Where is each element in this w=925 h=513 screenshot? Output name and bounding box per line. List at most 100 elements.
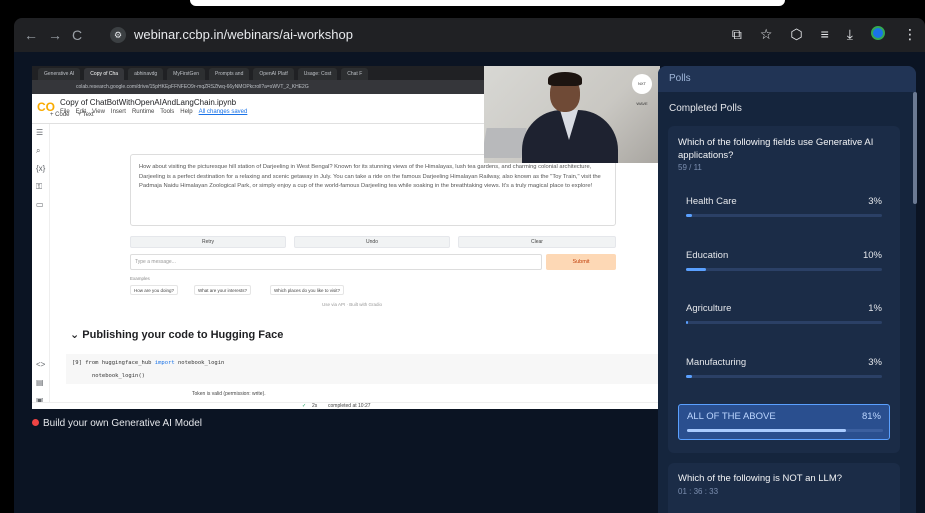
presenter-webcam: NXT WAVE: [484, 66, 660, 163]
poll-option-correct: ALL OF THE ABOVE 81%: [678, 404, 890, 440]
retry-label: Retry: [202, 239, 214, 245]
menu-insert[interactable]: Insert: [111, 109, 126, 115]
secrets-key-icon[interactable]: ⚿: [36, 182, 42, 192]
poll-option-percent: 3%: [868, 196, 882, 207]
code-snippets-icon[interactable]: <>: [36, 360, 45, 369]
cell-add-buttons: + Code + Text: [50, 112, 94, 118]
menu-tools[interactable]: Tools: [160, 109, 174, 115]
undo-button[interactable]: Undo: [294, 236, 450, 248]
colab-tab-active[interactable]: Copy of Cha: [84, 68, 125, 80]
cast-icon[interactable]: ⧉: [732, 26, 742, 43]
poll-option-track: [686, 214, 882, 217]
poll-count: 59 / 11: [678, 163, 702, 172]
tab-search-icon[interactable]: ≡: [821, 26, 829, 43]
poll-option-label: Education: [686, 250, 729, 261]
colab-tab[interactable]: Generative AI: [38, 68, 81, 80]
status-duration: 2s: [312, 403, 318, 409]
poll-option-fill: [686, 268, 706, 271]
poll-card: Which of the following fields use Genera…: [668, 126, 900, 453]
top-notch: [190, 0, 785, 6]
reload-icon[interactable]: C: [72, 27, 82, 43]
files-folder-icon[interactable]: ▭: [36, 200, 44, 209]
search-icon[interactable]: ⌕: [36, 146, 40, 156]
poll-option: Health Care 3%: [678, 190, 890, 226]
session-title-text: Build your own Generative AI Model: [43, 418, 202, 429]
colab-tab[interactable]: Prompts and: [209, 68, 250, 80]
colab-tab[interactable]: abhinavdg: [128, 68, 164, 80]
retry-button[interactable]: Retry: [130, 236, 286, 248]
status-check-icon: ✓: [302, 403, 307, 409]
browser-actions: ⧉ ☆ ⬡ ≡ ⤓ ⋮: [732, 26, 917, 43]
poll-option-track: [686, 321, 882, 324]
menu-dots-icon[interactable]: ⋮: [903, 26, 917, 43]
colab-side-rail: ☰ ⌕ {x} ⚿ ▭ <> ▤ ▣: [32, 124, 50, 409]
add-code-button[interactable]: + Code: [50, 112, 70, 118]
poll-option-percent: 3%: [868, 357, 882, 368]
session-title: Build your own Generative AI Model: [32, 418, 202, 429]
poll-option: Manufacturing 3%: [678, 351, 890, 387]
colab-tab[interactable]: OpenAI Platf: [253, 68, 294, 80]
cell-output-text: Token is valid (permission: write).: [192, 391, 266, 397]
url-text: webinar.ccbp.in/webinars/ai-workshop: [134, 27, 353, 42]
profile-avatar[interactable]: [871, 26, 885, 40]
poll-option-label: Health Care: [686, 196, 737, 207]
menu-help[interactable]: Help: [180, 109, 192, 115]
poll-option-fill: [686, 321, 688, 324]
examples-label: Examples: [130, 276, 150, 281]
browser-toolbar: ← → C ⚙ webinar.ccbp.in/webinars/ai-work…: [14, 18, 925, 52]
poll-option: Agriculture 1%: [678, 297, 890, 333]
poll-option: Education 10%: [678, 244, 890, 280]
command-palette-icon[interactable]: ▤: [36, 378, 44, 387]
clear-label: Clear: [531, 239, 543, 245]
variables-icon[interactable]: {x}: [36, 164, 45, 173]
poll-option-fill: [686, 214, 692, 217]
code-line-2: notebook_login(): [92, 373, 145, 379]
colab-tab[interactable]: Usage: Cost: [297, 68, 338, 80]
undo-label: Undo: [366, 239, 378, 245]
address-bar[interactable]: ⚙ webinar.ccbp.in/webinars/ai-workshop: [106, 23, 706, 47]
message-input[interactable]: Type a message...: [130, 254, 542, 270]
back-icon[interactable]: ←: [24, 27, 38, 43]
webcam-laptop: [484, 128, 527, 158]
polls-scrollbar[interactable]: [913, 92, 917, 204]
gradio-footer[interactable]: Use via API · Built with Gradio: [322, 302, 382, 307]
section-heading: ⌄ Publishing your code to Hugging Face: [70, 329, 284, 341]
forward-icon[interactable]: →: [48, 27, 62, 43]
status-completed: completed at 10:27: [328, 403, 371, 409]
submit-button[interactable]: Submit: [546, 254, 616, 270]
toc-icon[interactable]: ☰: [36, 128, 43, 137]
add-text-button[interactable]: + Text: [78, 112, 94, 118]
poll-option-track: [686, 375, 882, 378]
example-chip[interactable]: What are your interests?: [194, 285, 252, 295]
colab-tab[interactable]: MyFirstGen: [167, 68, 206, 80]
poll-option-label: Agriculture: [686, 303, 732, 314]
poll-option-track: [686, 268, 882, 271]
polls-header: Polls: [658, 66, 916, 92]
example-chip[interactable]: How are you doing?: [130, 285, 179, 295]
code-line-1: [9] from huggingface_hub import notebook…: [72, 360, 225, 366]
colab-tab[interactable]: Chat F: [341, 68, 369, 80]
webinar-page: Generative AI Copy of Cha abhinavdg MyFi…: [14, 52, 925, 513]
poll-question: Which of the following fields use Genera…: [678, 137, 874, 161]
poll-option-fill: [687, 429, 846, 432]
saved-status: All changes saved: [198, 109, 248, 115]
completed-polls-title: Completed Polls: [669, 103, 742, 114]
polls-panel: Polls Completed Polls Which of the follo…: [658, 66, 916, 513]
download-icon[interactable]: ⤓: [847, 26, 853, 43]
extensions-icon[interactable]: ⬡: [790, 26, 802, 43]
nxtwave-logo: NXT WAVE: [632, 74, 652, 106]
clear-button[interactable]: Clear: [458, 236, 616, 248]
poll-option-track: [687, 429, 883, 432]
section-heading-text: Publishing your code to Hugging Face: [82, 329, 284, 341]
menu-runtime[interactable]: Runtime: [132, 109, 154, 115]
poll-option-fill: [686, 375, 692, 378]
site-settings-icon[interactable]: ⚙: [110, 27, 126, 43]
example-chip[interactable]: Which places do you like to visit?: [270, 285, 345, 295]
code-cell[interactable]: [9] from huggingface_hub import notebook…: [66, 354, 660, 384]
bookmark-star-icon[interactable]: ☆: [760, 26, 773, 43]
poll-card[interactable]: Which of the following is NOT an LLM? 01…: [668, 463, 900, 513]
top-strip: [0, 0, 925, 16]
poll-option-percent: 81%: [861, 411, 881, 422]
notebook-title[interactable]: Copy of ChatBotWithOpenAIAndLangChain.ip…: [60, 98, 236, 107]
poll-option-percent: 1%: [868, 303, 882, 314]
